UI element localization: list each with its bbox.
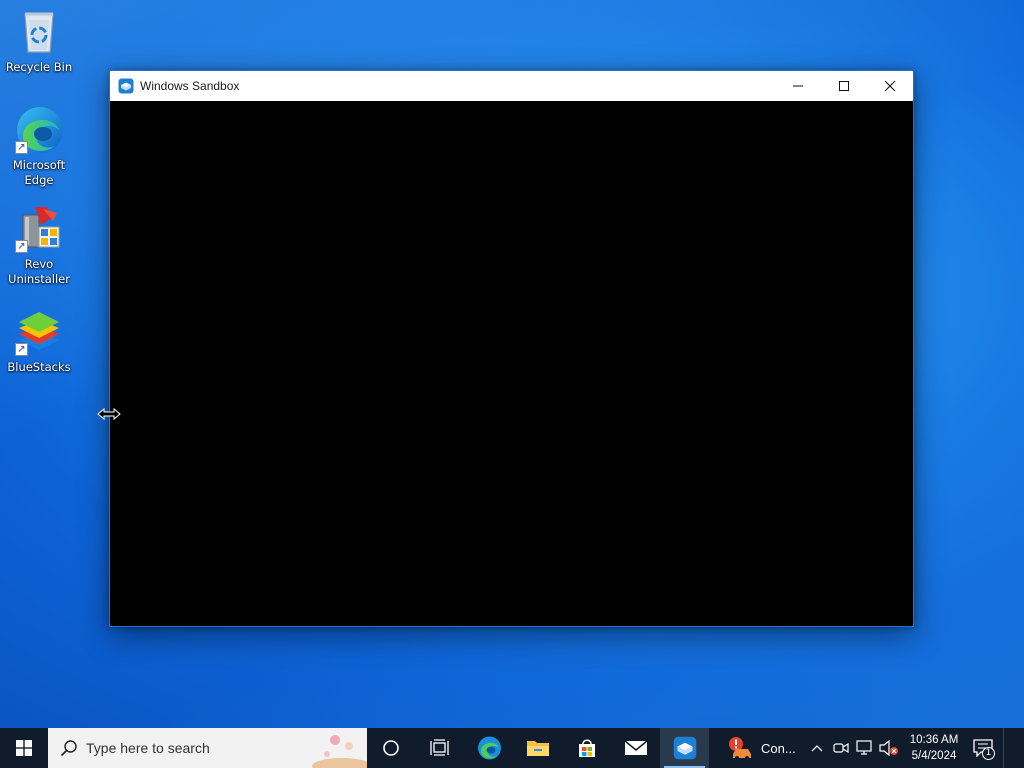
taskbar-search-box[interactable]: Type here to search xyxy=(48,728,367,768)
desktop-icon-label: Recycle Bin xyxy=(5,60,73,74)
clock-date: 5/4/2024 xyxy=(911,750,957,762)
search-placeholder: Type here to search xyxy=(86,740,210,756)
search-highlight-art xyxy=(287,728,367,768)
recycle-bin-icon xyxy=(13,6,65,58)
taskbar-clock[interactable]: 10:36 AM 5/4/2024 xyxy=(905,732,963,764)
resize-horizontal-cursor-icon xyxy=(96,406,122,422)
action-center-button[interactable]: 1 xyxy=(963,728,1003,768)
maximize-button[interactable] xyxy=(821,71,867,101)
desktop-icon-label: BlueStacks xyxy=(7,360,71,374)
search-icon xyxy=(60,739,78,757)
task-view-icon xyxy=(429,739,449,756)
desktop-icon-bluestacks[interactable]: ↗ BlueStacks xyxy=(1,306,77,375)
cortana-button[interactable] xyxy=(367,728,415,768)
maximize-icon xyxy=(839,81,849,91)
task-view-button[interactable] xyxy=(415,728,464,768)
store-icon xyxy=(578,739,595,757)
network-button[interactable] xyxy=(853,728,877,768)
shortcut-arrow-icon: ↗ xyxy=(15,240,28,253)
desktop-icon-microsoft-edge[interactable]: ↗ Microsoft Edge xyxy=(1,104,77,188)
minimize-icon xyxy=(793,85,803,87)
windows-logo-icon xyxy=(16,740,32,756)
windows-sandbox-icon xyxy=(118,78,134,94)
minimize-button[interactable] xyxy=(775,71,821,101)
meet-now-button[interactable] xyxy=(829,728,853,768)
taskbar-notification-item[interactable]: Con... xyxy=(709,728,805,768)
revo-uninstaller-icon: ↗ xyxy=(13,203,65,255)
window-controls xyxy=(775,71,913,101)
close-button[interactable] xyxy=(867,71,913,101)
desktop-icon-label: Microsoft Edge xyxy=(12,158,66,187)
volume-button[interactable] xyxy=(877,728,901,768)
show-desktop-button[interactable] xyxy=(1003,728,1009,768)
notification-count-badge: 1 xyxy=(982,747,995,760)
taskbar-file-explorer-button[interactable] xyxy=(513,728,562,768)
chevron-up-icon xyxy=(811,745,823,752)
edge-icon xyxy=(477,736,501,760)
window-titlebar[interactable]: Windows Sandbox xyxy=(110,71,913,101)
warning-car-icon xyxy=(729,737,751,760)
close-icon xyxy=(884,80,896,92)
taskbar-mail-button[interactable] xyxy=(611,728,660,768)
shortcut-arrow-icon: ↗ xyxy=(15,343,28,356)
desktop-icon-label: Revo Uninstaller xyxy=(8,257,70,286)
volume-muted-icon xyxy=(879,740,898,756)
taskbar: Type here to search Con... 10:36 AM 5/4/… xyxy=(0,728,1024,768)
notification-label: Con... xyxy=(761,740,796,756)
mail-icon xyxy=(624,740,647,755)
meet-now-icon xyxy=(833,742,849,754)
cortana-icon xyxy=(383,740,399,756)
show-hidden-icons-button[interactable] xyxy=(805,728,829,768)
clock-time: 10:36 AM xyxy=(909,734,959,746)
start-button[interactable] xyxy=(0,728,48,768)
windows-sandbox-icon xyxy=(673,736,696,760)
system-tray: 10:36 AM 5/4/2024 1 xyxy=(805,728,1009,768)
taskbar-edge-button[interactable] xyxy=(464,728,513,768)
windows-sandbox-window[interactable]: Windows Sandbox xyxy=(109,70,914,627)
bluestacks-icon: ↗ xyxy=(13,306,65,358)
desktop-icon-revo-uninstaller[interactable]: ↗ Revo Uninstaller xyxy=(1,203,77,287)
edge-icon: ↗ xyxy=(13,104,65,156)
taskbar-store-button[interactable] xyxy=(562,728,611,768)
desktop-icon-recycle-bin[interactable]: Recycle Bin xyxy=(1,6,77,75)
window-title: Windows Sandbox xyxy=(140,79,240,93)
shortcut-arrow-icon: ↗ xyxy=(15,141,28,154)
network-icon xyxy=(856,740,872,755)
sandbox-client-area[interactable] xyxy=(110,101,913,626)
folder-icon xyxy=(526,741,549,756)
taskbar-windows-sandbox-button[interactable] xyxy=(660,728,709,768)
